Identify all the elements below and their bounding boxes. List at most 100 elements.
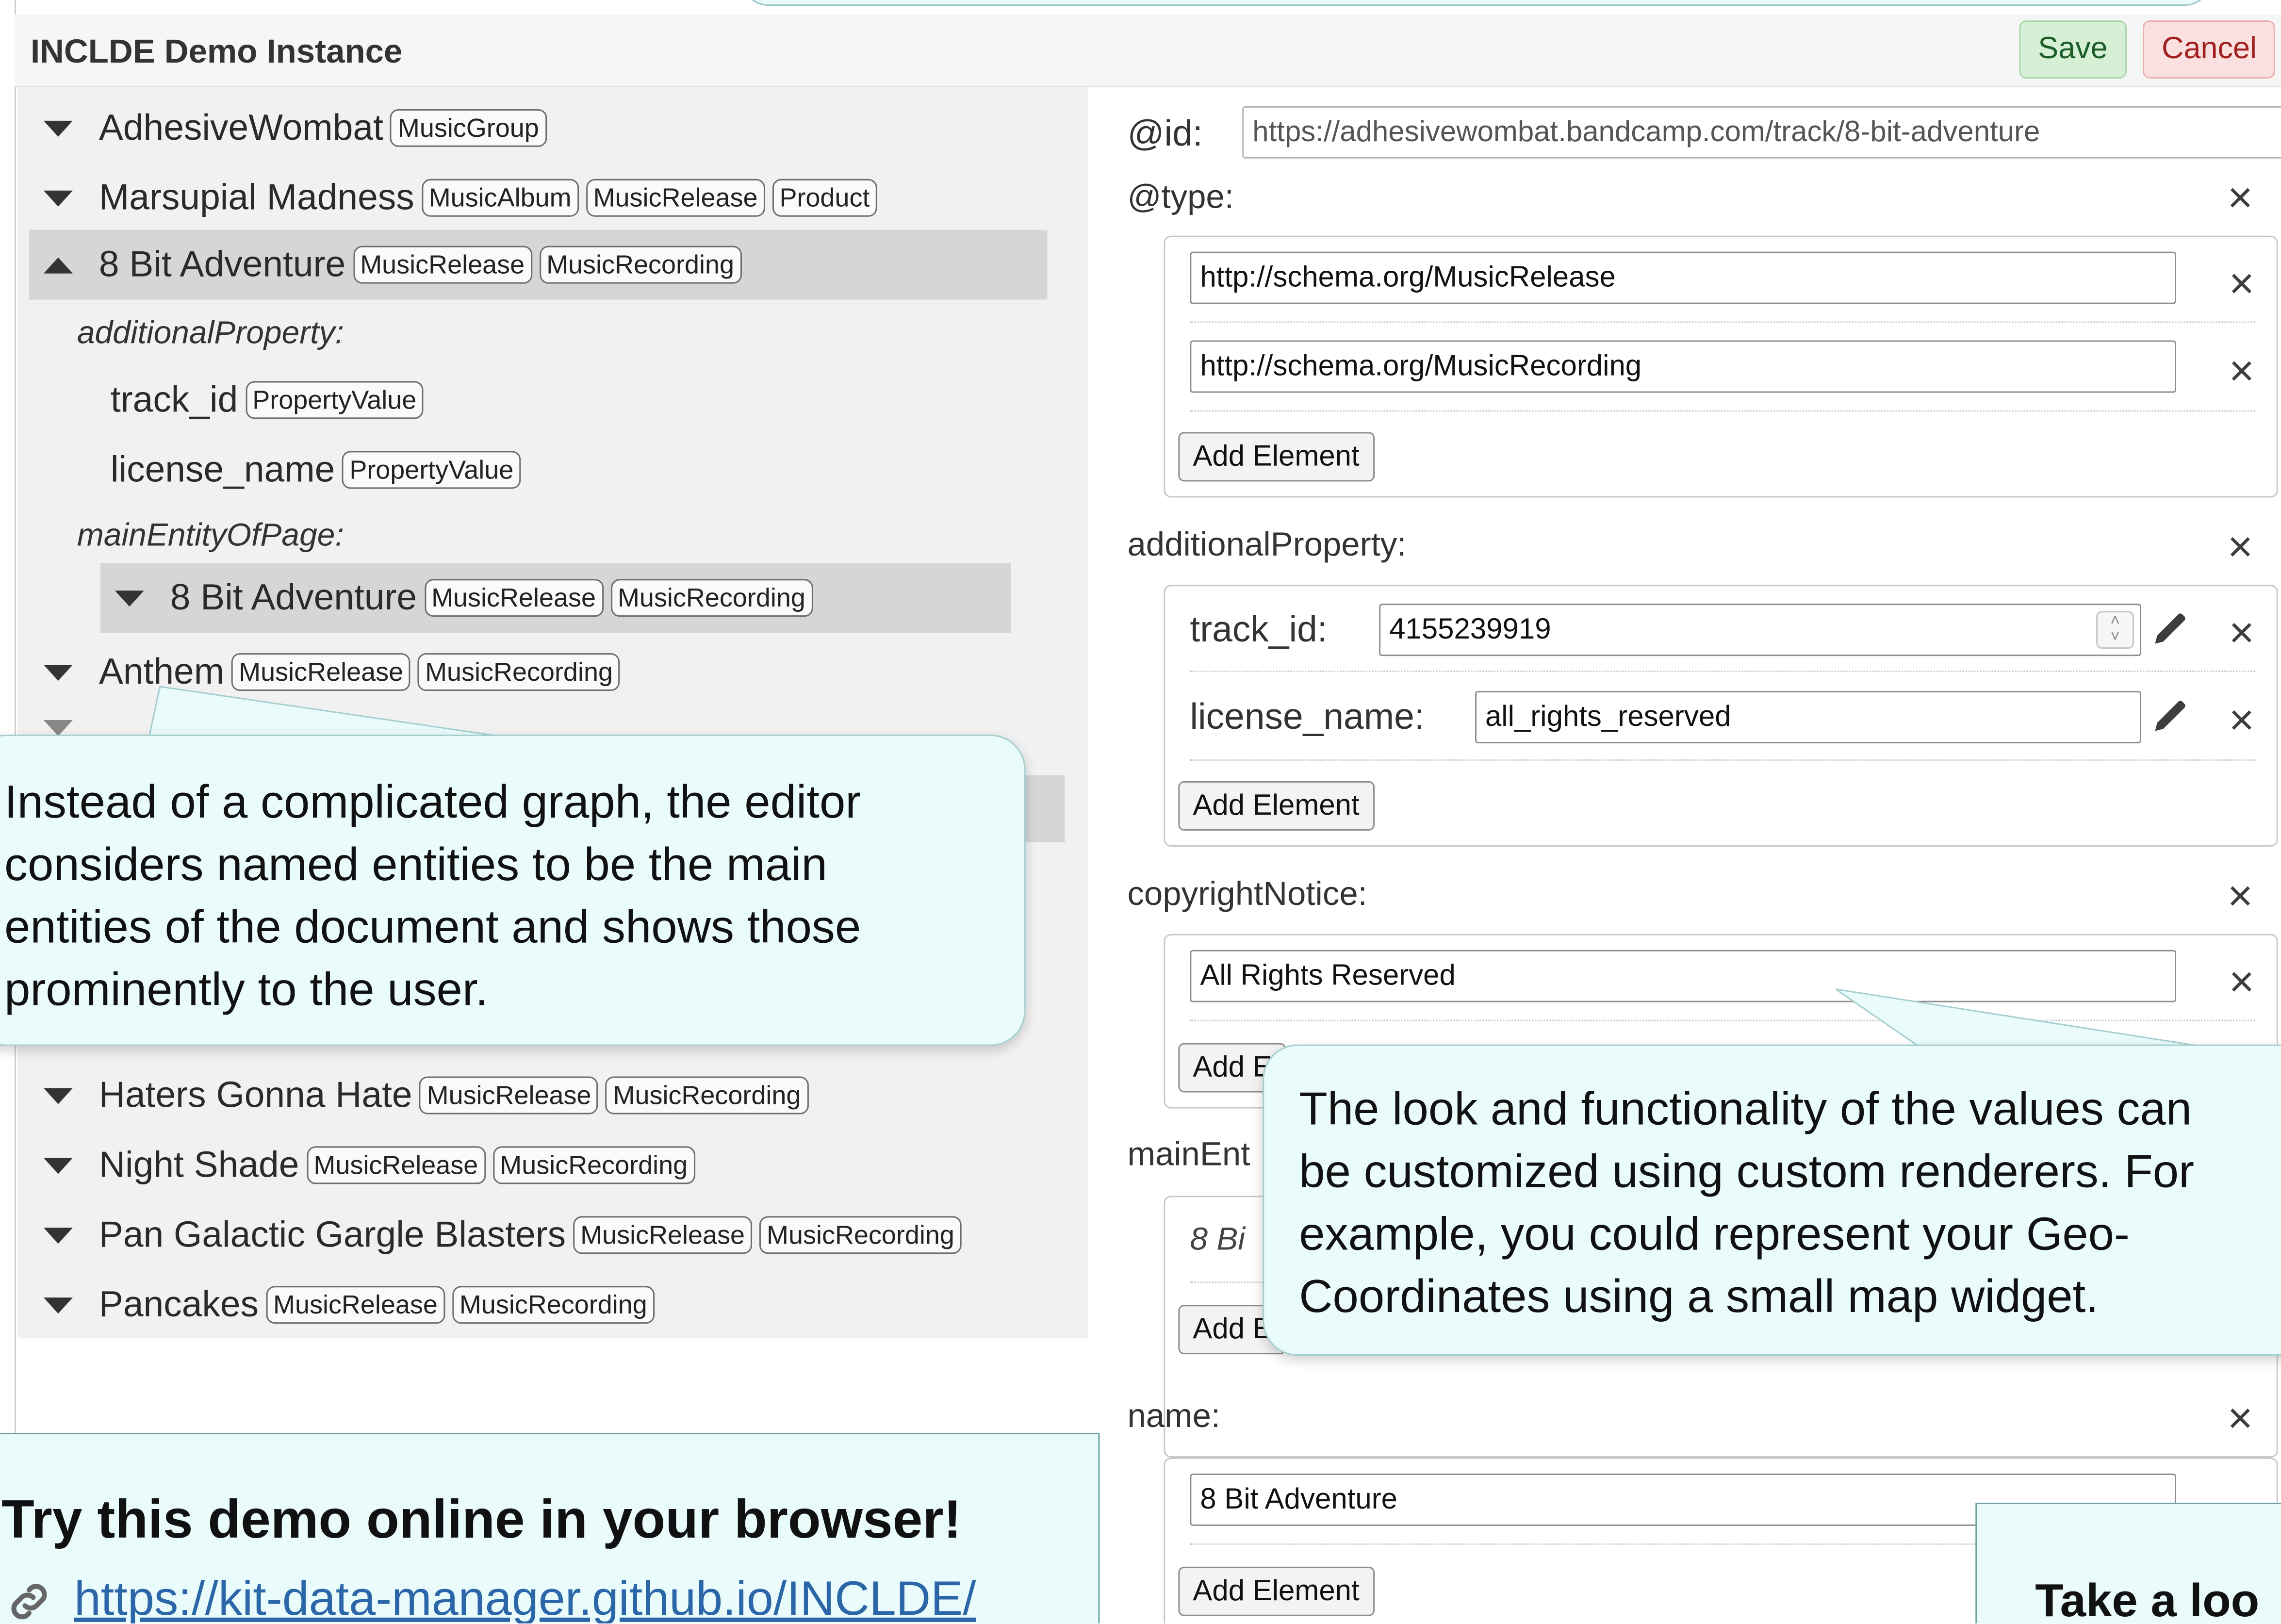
- close-icon[interactable]: ×: [2221, 1397, 2259, 1441]
- pencil-icon[interactable]: [2150, 608, 2191, 649]
- triangle-down-icon[interactable]: [43, 120, 73, 136]
- promo-title-secondary: Take a loo: [2035, 1574, 2260, 1624]
- license-name-label: license_name:: [1190, 697, 1425, 738]
- callout-line: example, you could represent your Geo-: [1299, 1207, 2130, 1260]
- type-badge: MusicRelease: [424, 579, 603, 617]
- type-badge: MusicGroup: [390, 109, 546, 147]
- main-entity-label: mainEnt: [1127, 1134, 1250, 1173]
- type-badge: MusicRecording: [606, 1076, 808, 1115]
- close-icon[interactable]: ×: [2221, 875, 2259, 919]
- callout-line: be customized using custom renderers. Fo…: [1299, 1145, 2195, 1197]
- save-button[interactable]: Save: [2019, 20, 2127, 79]
- tree-item[interactable]: AdhesiveWombat MusicGroup: [43, 96, 546, 160]
- divider: [1190, 410, 2255, 412]
- tree-item-label: Marsupial Madness: [98, 177, 414, 218]
- type-badge: MusicRecording: [539, 246, 741, 284]
- type-label: @type:: [1127, 177, 1234, 215]
- triangle-down-icon[interactable]: [43, 190, 73, 206]
- promo-box: Try this demo online in your browser! ht…: [0, 1433, 1100, 1624]
- tree-item-label: AdhesiveWombat: [98, 107, 383, 148]
- add-element-button[interactable]: Add Element: [1178, 1566, 1374, 1616]
- add-element-button[interactable]: Add Element: [1178, 432, 1374, 482]
- type-badge: MusicRecording: [452, 1286, 655, 1324]
- type-badge: Product: [772, 179, 877, 217]
- close-icon[interactable]: ×: [2223, 612, 2261, 656]
- triangle-down-icon[interactable]: [43, 1157, 73, 1173]
- id-label: @id:: [1127, 113, 1203, 154]
- main-entity-value: 8 Bi: [1190, 1220, 1246, 1257]
- tree-item-label: Night Shade: [98, 1144, 299, 1185]
- promo-title: Try this demo online in your browser!: [1, 1489, 962, 1549]
- type-badge: MusicRelease: [306, 1146, 486, 1184]
- additional-property-group: track_id: 4155239919 ˄ ˅ × license_name: …: [1164, 585, 2278, 847]
- tree-item[interactable]: Pan Galactic Gargle Blasters MusicReleas…: [43, 1203, 962, 1267]
- tree-item-label: Pan Galactic Gargle Blasters: [98, 1214, 566, 1255]
- type-field[interactable]: http://schema.org/MusicRelease: [1190, 251, 2177, 304]
- tree-item[interactable]: Marsupial Madness MusicAlbum MusicReleas…: [43, 166, 877, 230]
- license-name-field[interactable]: all_rights_reserved: [1475, 691, 2142, 743]
- entity-editor: @id: https://adhesivewombat.bandcamp.com…: [1091, 87, 2281, 1624]
- divider: [1190, 321, 2255, 323]
- type-badge: MusicRelease: [573, 1216, 753, 1254]
- cancel-button[interactable]: Cancel: [2143, 20, 2276, 79]
- tree-item[interactable]: Haters Gonna Hate MusicRelease MusicReco…: [43, 1064, 808, 1128]
- close-icon[interactable]: ×: [2221, 526, 2259, 570]
- callout-line: prominently to the user.: [4, 963, 489, 1016]
- close-icon[interactable]: ×: [2223, 699, 2261, 743]
- close-icon[interactable]: ×: [2223, 350, 2261, 394]
- triangle-down-icon[interactable]: [43, 664, 73, 680]
- track-id-label: track_id:: [1190, 609, 1328, 651]
- tree-item-label: 8 Bit Adventure: [98, 244, 346, 285]
- link-icon: [11, 1584, 47, 1620]
- triangle-down-icon[interactable]: [43, 1296, 73, 1313]
- triangle-down-icon[interactable]: [115, 590, 144, 606]
- spinner-icon[interactable]: ˄ ˅: [2096, 611, 2134, 649]
- triangle-down-icon[interactable]: [43, 1087, 73, 1103]
- id-field[interactable]: https://adhesivewombat.bandcamp.com/trac…: [1242, 106, 2281, 159]
- callout-tail: [1835, 988, 2209, 1049]
- type-badge: MusicRecording: [492, 1146, 695, 1184]
- tree-item[interactable]: Pancakes MusicRelease MusicRecording: [43, 1273, 655, 1337]
- app-title: INCLDE Demo Instance: [30, 32, 403, 70]
- callout-line: entities of the document and shows those: [4, 900, 861, 953]
- editor-header: INCLDE Demo Instance Save Cancel: [14, 14, 2281, 87]
- tree-child-item-highlighted[interactable]: 8 Bit Adventure MusicRelease MusicRecord…: [100, 563, 1011, 633]
- callout-custom-renderers: The look and functionality of the values…: [1263, 1044, 2281, 1356]
- promo-box-secondary: Take a loo: [1975, 1502, 2281, 1624]
- property-label: additionalProperty:: [77, 314, 344, 351]
- tree-child-item[interactable]: license_name PropertyValue: [111, 438, 521, 502]
- divider: [1190, 759, 2255, 761]
- type-badge: MusicRecording: [610, 579, 813, 617]
- divider: [1190, 671, 2255, 673]
- callout-named-entities: Instead of a complicated graph, the edit…: [0, 734, 1026, 1046]
- close-icon[interactable]: ×: [2223, 262, 2261, 306]
- additional-property-label: additionalProperty:: [1127, 525, 1407, 563]
- type-field[interactable]: http://schema.org/MusicRecording: [1190, 340, 2177, 393]
- callout-line: The look and functionality of the values…: [1299, 1082, 2192, 1135]
- triangle-up-icon[interactable]: [43, 257, 73, 273]
- pencil-icon[interactable]: [2150, 695, 2191, 736]
- tree-child-item[interactable]: track_id PropertyValue: [111, 368, 424, 432]
- close-icon[interactable]: ×: [2223, 961, 2261, 1004]
- track-id-value: 4155239919: [1389, 614, 1551, 646]
- type-badge: MusicRelease: [266, 1286, 445, 1324]
- screenshot-canvas: INCLDE Demo Instance Save Cancel Adhesiv…: [0, 0, 2281, 1624]
- tree-item-label: Haters Gonna Hate: [98, 1074, 412, 1115]
- demo-link[interactable]: https://kit-data-manager.github.io/INCLD…: [74, 1571, 976, 1624]
- close-icon[interactable]: ×: [2221, 177, 2259, 220]
- add-element-button[interactable]: Add Element: [1178, 781, 1374, 831]
- triangle-down-icon: [43, 719, 73, 736]
- triangle-down-icon[interactable]: [43, 1227, 73, 1243]
- tree-item[interactable]: Night Shade MusicRelease MusicRecording: [43, 1133, 695, 1197]
- track-id-field[interactable]: 4155239919 ˄ ˅: [1379, 604, 2142, 656]
- tree-item-label: track_id: [110, 378, 238, 420]
- type-badge: MusicRecording: [759, 1216, 962, 1254]
- type-badge: PropertyValue: [245, 381, 424, 419]
- tree-item-selected[interactable]: 8 Bit Adventure MusicRelease MusicRecord…: [29, 230, 1048, 300]
- type-badge: MusicRelease: [586, 179, 765, 217]
- tree-item-label: 8 Bit Adventure: [170, 576, 417, 618]
- tree-item-label: license_name: [110, 448, 335, 490]
- tree-item-label: Pancakes: [98, 1283, 259, 1325]
- callout-line: Instead of a complicated graph, the edit…: [4, 775, 861, 828]
- type-badge: MusicAlbum: [421, 179, 579, 217]
